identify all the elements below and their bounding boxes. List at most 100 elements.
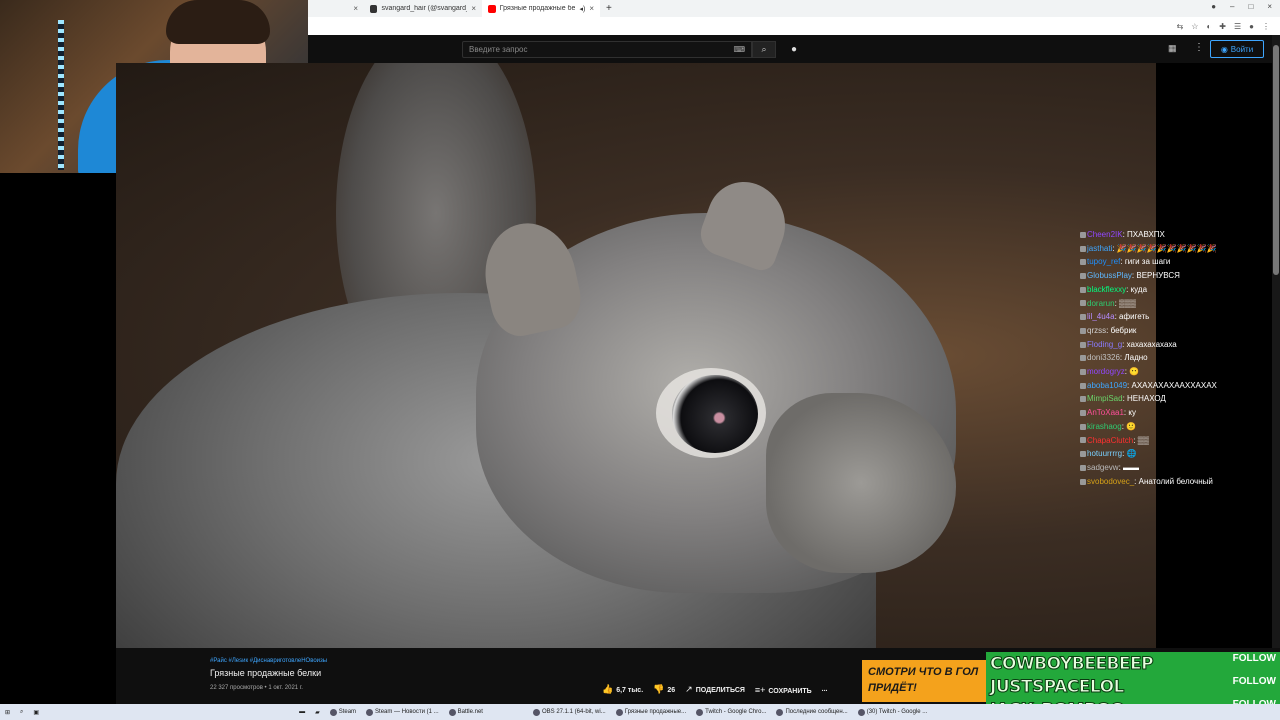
instagram-icon: [370, 4, 378, 13]
promo-text: СМОТРИ ЧТО В ГОЛ ПРИДЁТ!: [868, 666, 979, 694]
close-tab-icon[interactable]: ×: [353, 4, 358, 13]
steam-icon: [329, 708, 337, 716]
taskbar-item-label: Грязные продажные...: [624, 709, 687, 715]
chat-username[interactable]: GlobussPlay: [1087, 271, 1132, 280]
page-scrollbar[interactable]: [1272, 35, 1280, 648]
voice-search-button[interactable]: ●: [788, 41, 800, 58]
search-button[interactable]: ⌕: [752, 41, 776, 58]
video-player[interactable]: [116, 63, 1156, 648]
taskbar-item[interactable]: Steam — Новости (1 ...: [361, 704, 444, 720]
chat-text: афигеть: [1119, 312, 1150, 322]
bookmark-star-icon[interactable]: ☆: [1191, 22, 1198, 31]
translate-icon[interactable]: ⇆: [1177, 22, 1184, 31]
reading-list-icon[interactable]: ☰: [1234, 22, 1241, 31]
more-actions-button[interactable]: ...: [822, 686, 828, 693]
chat-message: hotuurrrrg: 🌐: [1080, 447, 1270, 461]
chat-text: ВЕРНУВСЯ: [1136, 271, 1180, 281]
chat-username[interactable]: sadgevw: [1087, 463, 1119, 472]
chat-username[interactable]: hotuurrrrg: [1087, 449, 1122, 458]
browser-tab[interactable]: svangard_hair (@svangard_hair) ×: [364, 0, 482, 17]
search-placeholder: Введите запрос: [469, 45, 528, 54]
chat-username[interactable]: blackflexxy: [1087, 285, 1126, 294]
like-button[interactable]: 👍 6,7 тыс.: [602, 684, 643, 695]
search-icon: ⌕: [761, 44, 767, 54]
chat-message: kirashaog: 🙂: [1080, 420, 1270, 434]
chat-text: ▒▒▒: [1119, 298, 1137, 308]
chat-username[interactable]: lil_4u4a: [1087, 312, 1115, 321]
chrome-icon: [857, 708, 865, 716]
chat-message: MimpiSad: НЕНАХОД: [1080, 392, 1270, 406]
scrollbar-thumb[interactable]: [1273, 45, 1279, 275]
taskbar-item[interactable]: Грязные продажные...: [611, 704, 691, 720]
chat-username[interactable]: mordogryz: [1087, 367, 1125, 376]
share-button[interactable]: ↗ ПОДЕЛИТЬСЯ: [685, 684, 745, 695]
minimize-button[interactable]: –: [1230, 2, 1234, 11]
search-icon[interactable]: ⌕: [15, 704, 28, 720]
video-hashtags[interactable]: #Райс #Леsик #ДиснавриготовлеНОвоизы: [210, 658, 327, 664]
start-button[interactable]: ⊞: [0, 704, 15, 720]
video-meta: 22 327 просмотров • 1 окт. 2021 г.: [210, 685, 303, 691]
share-icon: ↗: [685, 684, 693, 694]
search-input[interactable]: Введите запрос ⌨: [462, 41, 752, 58]
chat-username[interactable]: svobodovec_: [1087, 477, 1134, 486]
chat-text: куда: [1130, 284, 1148, 294]
extension-icon[interactable]: ◐: [1206, 22, 1211, 31]
chrome-icon: [776, 708, 784, 716]
chat-username[interactable]: Floding_g: [1087, 340, 1122, 349]
taskbar-item[interactable]: Последние сообщен...: [771, 704, 852, 720]
dislike-button[interactable]: 👎 26: [653, 684, 675, 695]
chat-badge-icon: [1080, 478, 1086, 485]
browser-tab[interactable]: ×: [308, 0, 364, 17]
share-label: ПОДЕЛИТЬСЯ: [695, 687, 745, 694]
chat-username[interactable]: aboba1049: [1087, 381, 1127, 390]
like-count: 6,7 тыс.: [616, 687, 644, 694]
extensions-puzzle-icon[interactable]: ✚: [1219, 22, 1226, 31]
taskbar-item[interactable]: Steam: [325, 704, 361, 720]
profile-icon[interactable]: ●: [1249, 22, 1254, 31]
chat-username[interactable]: Cheen2IK: [1087, 230, 1123, 239]
thumbs-down-icon: 👎: [653, 684, 665, 694]
chat-message: Floding_g: хахахахахаха: [1080, 338, 1270, 352]
taskbar-item-label: Battle.net: [457, 709, 483, 715]
browser-tab-active[interactable]: Грязные продажные белки ◂) ×: [482, 0, 600, 17]
taskbar-item[interactable]: Twitch - Google Chro...: [691, 704, 771, 720]
save-button[interactable]: ≡+ СОХРАНИТЬ: [755, 685, 812, 695]
browser-menu-icon[interactable]: ⋮: [1262, 22, 1270, 31]
close-window-button[interactable]: ×: [1267, 2, 1272, 11]
taskbar-item[interactable]: (30) Twitch - Google ...: [853, 704, 933, 720]
close-tab-icon[interactable]: ×: [589, 4, 594, 13]
chat-badge-icon: [1080, 327, 1086, 334]
os-taskbar: ⊞ ⌕ ▣ ▬ ▰ Steam Steam — Новости (1 ... B…: [0, 704, 1280, 720]
chat-username[interactable]: MimpiSad: [1087, 394, 1123, 403]
taskbar-item[interactable]: OBS 27.1.1 (64-bit, wi...: [528, 704, 611, 720]
taskbar-item[interactable]: Battle.net: [444, 704, 488, 720]
new-tab-button[interactable]: +: [600, 0, 618, 17]
maximize-button[interactable]: □: [1248, 2, 1253, 11]
account-icon: ◉: [1220, 44, 1228, 54]
settings-more-icon[interactable]: ⋮: [1194, 42, 1204, 53]
store-icon[interactable]: ▰: [310, 704, 325, 720]
chat-username[interactable]: qrzss: [1087, 326, 1106, 335]
chat-username[interactable]: ChapaClutch: [1087, 436, 1133, 445]
task-view-icon[interactable]: ▣: [28, 704, 44, 720]
chat-badge-icon: [1080, 341, 1086, 348]
chat-username[interactable]: AnToXaa1: [1087, 408, 1124, 417]
apps-icon[interactable]: ▦: [1168, 43, 1177, 54]
close-tab-icon[interactable]: ×: [471, 4, 476, 13]
chat-username[interactable]: doni3326: [1087, 353, 1120, 362]
record-icon[interactable]: ●: [1211, 2, 1216, 11]
chat-message: GlobussPlay: ВЕРНУВСЯ: [1080, 269, 1270, 283]
signin-button[interactable]: ◉ Войти: [1210, 40, 1264, 58]
chat-username[interactable]: jasthati: [1087, 244, 1112, 253]
audio-icon[interactable]: ◂): [579, 5, 585, 13]
streamer-hair: [166, 0, 270, 44]
keyboard-icon[interactable]: ⌨: [733, 45, 745, 54]
chat-username[interactable]: kirashaog: [1087, 422, 1122, 431]
browser-tab-bar: × svangard_hair (@svangard_hair) × Грязн…: [308, 0, 1280, 17]
chat-badge-icon: [1080, 245, 1086, 252]
chat-badge-icon: [1080, 410, 1086, 417]
chat-username[interactable]: dorarun: [1087, 299, 1115, 308]
chat-message: tupoy_ref: гиги за шаги: [1080, 255, 1270, 269]
chat-username[interactable]: tupoy_ref: [1087, 257, 1120, 266]
file-explorer-icon[interactable]: ▬: [294, 704, 310, 720]
